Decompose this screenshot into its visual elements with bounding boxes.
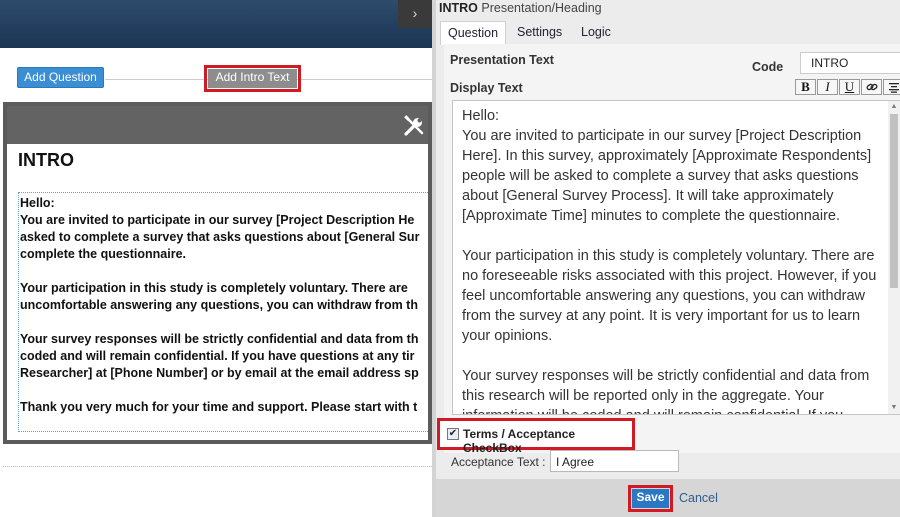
- terms-acceptance-checkbox[interactable]: ✔: [447, 428, 459, 440]
- intro-question-card[interactable]: INTRO Hello: You are invited to particip…: [3, 102, 432, 444]
- tab-question[interactable]: Question: [440, 21, 507, 45]
- display-text-content: Hello: You are invited to participate in…: [462, 108, 877, 414]
- card-body-text: Hello: You are invited to participate in…: [18, 192, 428, 432]
- collapse-panel-button[interactable]: ›: [398, 0, 432, 28]
- link-button[interactable]: [861, 79, 882, 95]
- tab-logic[interactable]: Logic: [574, 21, 618, 45]
- acceptance-text-input[interactable]: I Agree: [550, 450, 679, 472]
- top-header-bar: [0, 0, 432, 48]
- add-intro-highlight: Add Intro Text: [204, 65, 301, 92]
- card-bottom-divider: [3, 466, 432, 467]
- card-header: [7, 106, 428, 144]
- question-tab-content: Presentation Text Code INTRO Display Tex…: [444, 44, 900, 453]
- checkmark-icon: ✔: [448, 428, 458, 439]
- save-highlight: Save: [628, 485, 673, 512]
- format-toolbar: B I U: [795, 79, 900, 96]
- cancel-link[interactable]: Cancel: [679, 491, 718, 505]
- scroll-down-arrow-icon[interactable]: ▼: [888, 402, 900, 414]
- link-icon: [866, 83, 877, 91]
- italic-button[interactable]: I: [817, 79, 838, 95]
- add-intro-text-button[interactable]: Add Intro Text: [208, 69, 297, 88]
- bold-icon: B: [801, 79, 810, 94]
- tab-settings[interactable]: Settings: [510, 21, 569, 45]
- panel-title: INTRO Presentation/Heading: [439, 1, 602, 15]
- code-input[interactable]: INTRO: [800, 52, 900, 74]
- terms-checkbox-highlight: ✔ Terms / Acceptance CheckBox: [437, 418, 635, 455]
- panel-title-code: INTRO: [439, 1, 478, 15]
- save-button[interactable]: Save: [632, 489, 669, 508]
- acceptance-text-label: Acceptance Text :: [451, 455, 546, 469]
- wrench-screwdriver-icon[interactable]: [403, 115, 425, 137]
- chevron-right-icon: ›: [412, 5, 418, 21]
- italic-icon: I: [825, 79, 830, 94]
- card-title: INTRO: [18, 150, 74, 170]
- code-label: Code: [752, 60, 784, 74]
- presentation-text-label: Presentation Text: [450, 53, 554, 67]
- add-question-button[interactable]: Add Question: [17, 67, 104, 88]
- underline-icon: U: [844, 79, 855, 94]
- display-text-label: Display Text: [450, 81, 523, 95]
- align-center-button[interactable]: [883, 79, 900, 95]
- panel-title-type: Presentation/Heading: [481, 1, 602, 15]
- bold-button[interactable]: B: [795, 79, 816, 95]
- scroll-up-arrow-icon[interactable]: ▲: [888, 101, 900, 113]
- display-text-editor[interactable]: Hello: You are invited to participate in…: [452, 100, 900, 415]
- align-center-icon: [888, 83, 899, 93]
- scrollbar-thumb[interactable]: [890, 114, 898, 288]
- underline-button[interactable]: U: [839, 79, 860, 95]
- editor-scrollbar[interactable]: ▲ ▼: [888, 101, 900, 414]
